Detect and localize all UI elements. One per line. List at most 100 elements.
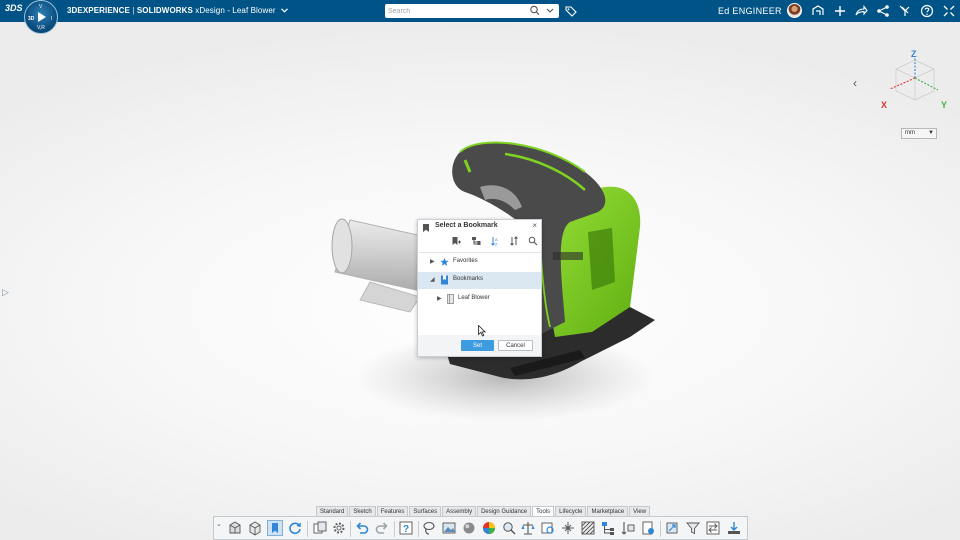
toolbar-separator <box>350 521 351 537</box>
app-title: 3DEXPERIENCE | SOLIDWORKS xDesign - Leaf… <box>67 0 288 22</box>
tree-item-leaf-blower[interactable]: ▶ Leaf Blower <box>418 291 541 308</box>
document-tool-icon[interactable] <box>640 520 656 536</box>
search-icon[interactable] <box>528 236 538 246</box>
tools-icon[interactable] <box>897 3 913 19</box>
document-title[interactable]: xDesign - Leaf Blower <box>195 6 275 15</box>
collapse-arrow-icon[interactable]: ◢ <box>430 276 435 283</box>
search-box[interactable] <box>385 4 559 18</box>
material-sphere-icon[interactable] <box>461 520 477 536</box>
set-button[interactable]: Set <box>461 340 494 351</box>
tree-item-bookmarks[interactable]: ◢ Bookmarks <box>418 272 541 289</box>
star-icon <box>440 257 449 267</box>
title-separator: | <box>132 6 135 15</box>
copy-icon[interactable] <box>312 520 328 536</box>
filter-icon[interactable] <box>685 520 701 536</box>
collapse-chevron-icon[interactable]: ⌄ <box>216 520 222 528</box>
appearance-icon[interactable] <box>481 520 497 536</box>
compass-left-label: 3D <box>28 16 35 22</box>
expand-icon[interactable] <box>941 3 957 19</box>
user-name[interactable]: Ed ENGINEER <box>718 0 782 22</box>
tab-lifecycle[interactable]: Lifecycle <box>555 506 587 516</box>
compass-widget[interactable]: V 3D I V,R <box>24 0 58 34</box>
sort-az-icon[interactable]: AZ <box>490 236 500 247</box>
app-name: SOLIDWORKS <box>136 6 193 15</box>
toolbar-separator <box>307 521 308 537</box>
help-icon[interactable] <box>919 3 935 19</box>
tree-item-label: Bookmarks <box>453 276 484 282</box>
units-select[interactable]: mm ▼ <box>901 128 937 139</box>
search-options-chevron-icon[interactable] <box>544 3 556 17</box>
refresh-icon[interactable] <box>287 520 303 536</box>
measure-icon[interactable] <box>227 520 243 536</box>
tag-icon[interactable] <box>564 3 578 19</box>
download-icon[interactable] <box>726 520 742 536</box>
ds-logo: 3DS <box>5 3 23 13</box>
tab-standard[interactable]: Standard <box>316 506 349 516</box>
view-cube[interactable]: Z X Y <box>876 47 952 113</box>
section-view-icon[interactable] <box>247 520 263 536</box>
zoom-icon[interactable] <box>501 520 517 536</box>
sort-order-icon[interactable] <box>509 236 519 246</box>
close-icon[interactable]: × <box>532 221 537 230</box>
help-icon[interactable]: ? <box>398 520 414 536</box>
mouse-cursor-icon <box>478 325 486 337</box>
hatch-icon[interactable] <box>580 520 596 536</box>
tab-assembly[interactable]: Assembly <box>442 506 477 516</box>
share-arrow-icon[interactable] <box>853 3 869 19</box>
tab-view[interactable]: View <box>629 506 651 516</box>
cancel-button[interactable]: Cancel <box>498 340 533 351</box>
expand-arrow-icon[interactable]: ▶ <box>437 295 442 302</box>
axis-x-label: X <box>881 100 887 110</box>
search-input[interactable] <box>388 4 518 18</box>
compass-bottom-label: V,R <box>37 25 45 31</box>
document-icon <box>446 294 455 304</box>
balance-icon[interactable] <box>520 520 536 536</box>
add-icon[interactable] <box>832 3 848 19</box>
play-icon[interactable] <box>38 12 46 22</box>
compass-right-label: I <box>51 16 53 22</box>
chevron-down-icon[interactable] <box>281 0 288 22</box>
chevron-right-icon[interactable]: ▷ <box>2 287 9 298</box>
caret-down-icon[interactable]: ▼ <box>928 129 934 138</box>
action-bar: ⌄ ? <box>213 516 748 540</box>
tree-tool-icon[interactable] <box>600 520 616 536</box>
chevron-left-icon[interactable]: ‹ <box>853 76 857 90</box>
bookmark-icon <box>423 223 429 232</box>
dialog-header: Select a Bookmark × <box>418 220 541 234</box>
dialog-title: Select a Bookmark <box>435 222 498 229</box>
compass-share-icon[interactable] <box>810 3 826 19</box>
svg-text:?: ? <box>403 524 409 535</box>
settings-icon[interactable] <box>331 520 347 536</box>
move-icon[interactable] <box>620 520 636 536</box>
bookmark-tool-icon[interactable] <box>267 520 283 536</box>
compass-top-label: V <box>39 4 43 10</box>
tab-marketplace[interactable]: Marketplace <box>587 506 629 516</box>
add-bookmark-icon[interactable] <box>451 236 461 246</box>
transfer-icon[interactable] <box>705 520 721 536</box>
axis-y-label: Y <box>941 100 947 110</box>
undo-icon[interactable] <box>354 520 370 536</box>
redo-icon[interactable] <box>374 520 390 536</box>
dialog-toolbar: AZ <box>451 236 541 248</box>
tab-features[interactable]: Features <box>376 506 409 516</box>
top-bar: 3DS 3DEXPERIENCE | SOLIDWORKS xDesign - … <box>0 0 960 22</box>
hierarchy-icon[interactable] <box>471 236 481 246</box>
dialog-footer: Set Cancel <box>418 335 541 356</box>
lasso-icon[interactable] <box>421 520 437 536</box>
tab-sketch[interactable]: Sketch <box>349 506 376 516</box>
expand-arrow-icon[interactable]: ▶ <box>430 258 435 265</box>
inspect-icon[interactable] <box>540 520 556 536</box>
tab-design-guidance[interactable]: Design Guidance <box>477 506 532 516</box>
explode-icon[interactable] <box>664 520 680 536</box>
tree-item-favorites[interactable]: ▶ Favorites <box>418 254 541 271</box>
brand-label: 3DEXPERIENCE <box>67 6 130 15</box>
avatar[interactable] <box>787 3 802 18</box>
search-icon[interactable] <box>529 3 541 17</box>
tab-surfaces[interactable]: Surfaces <box>409 506 442 516</box>
network-share-icon[interactable] <box>875 3 891 19</box>
svg-text:Z: Z <box>495 242 498 247</box>
dialog-divider <box>418 252 541 253</box>
tab-tools[interactable]: Tools <box>532 506 555 516</box>
image-icon[interactable] <box>441 520 457 536</box>
split-icon[interactable] <box>560 520 576 536</box>
